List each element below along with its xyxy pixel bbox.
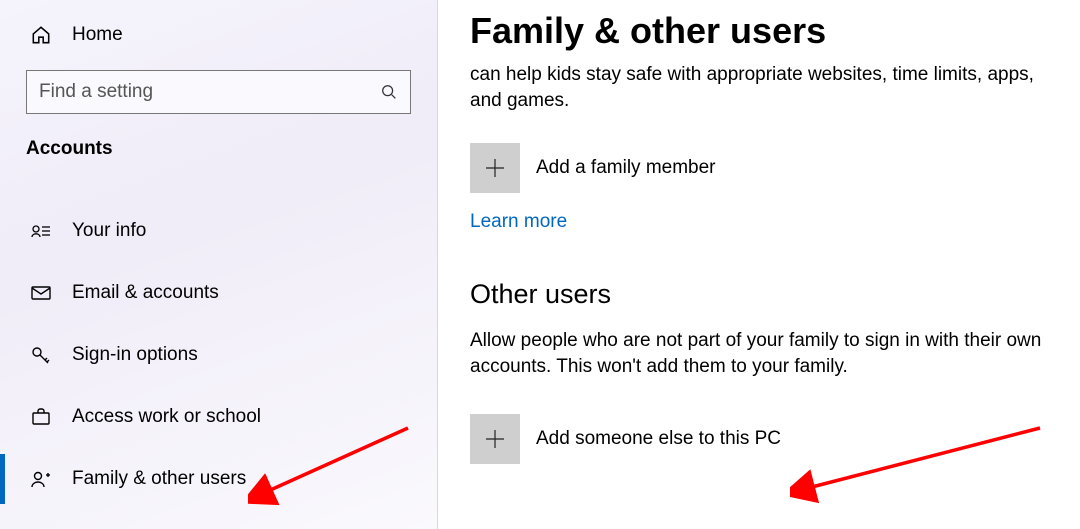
key-icon (30, 344, 52, 366)
sidebar-item-your-info[interactable]: Your info (0, 200, 437, 262)
sidebar-item-label: Sign-in options (72, 344, 198, 366)
page-title: Family & other users (470, 10, 1066, 52)
sidebar-item-label: Access work or school (72, 406, 261, 428)
learn-more-link[interactable]: Learn more (470, 211, 567, 233)
settings-sidebar: Home Accounts Your info (0, 0, 438, 529)
briefcase-icon (30, 406, 52, 428)
person-card-icon (30, 220, 52, 242)
plus-icon (470, 414, 520, 464)
sidebar-item-email-accounts[interactable]: Email & accounts (0, 262, 437, 324)
sidebar-item-signin-options[interactable]: Sign-in options (0, 324, 437, 386)
other-users-heading: Other users (470, 279, 1066, 310)
search-input[interactable] (39, 81, 380, 103)
home-nav[interactable]: Home (0, 18, 437, 52)
search-box[interactable] (26, 70, 411, 114)
sidebar-item-work-school[interactable]: Access work or school (0, 386, 437, 448)
people-plus-icon (30, 468, 52, 490)
sidebar-item-label: Email & accounts (72, 282, 219, 304)
mail-icon (30, 282, 52, 304)
sidebar-item-label: Your info (72, 220, 146, 242)
home-label: Home (72, 24, 123, 46)
plus-icon (470, 143, 520, 193)
main-content: Family & other users can help kids stay … (438, 0, 1080, 529)
add-other-label: Add someone else to this PC (536, 428, 781, 450)
section-accounts: Accounts (0, 138, 437, 160)
other-users-description: Allow people who are not part of your fa… (470, 328, 1066, 379)
add-someone-else-button[interactable]: Add someone else to this PC (470, 414, 1066, 464)
sidebar-item-family-other[interactable]: Family & other users (0, 448, 437, 510)
add-family-label: Add a family member (536, 157, 716, 179)
add-family-member-button[interactable]: Add a family member (470, 143, 1066, 193)
family-description: can help kids stay safe with appropriate… (470, 62, 1066, 113)
sidebar-item-label: Family & other users (72, 468, 246, 490)
search-wrap (0, 70, 437, 114)
search-icon (380, 83, 398, 101)
home-icon (30, 24, 52, 46)
